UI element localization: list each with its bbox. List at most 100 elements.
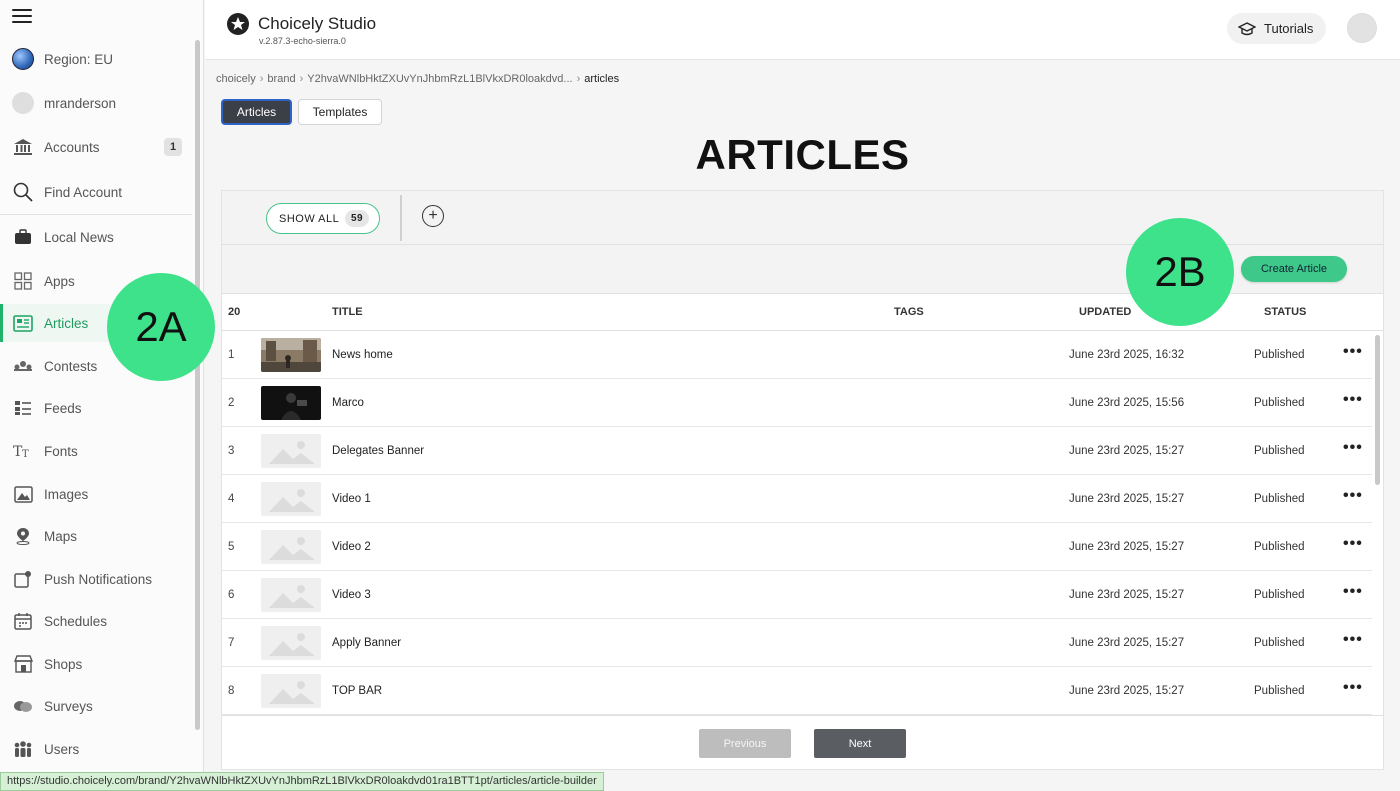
breadcrumb-item-brand-id[interactable]: Y2hvaWNlbHktZXUvYnJhbmRzL1BlVkxDR0loakdv… [307, 73, 572, 85]
article-updated: June 23rd 2025, 15:27 [1069, 637, 1185, 649]
breadcrumb: choicely › brand › Y2hvaWNlbHktZXUvYnJhb… [216, 73, 619, 85]
tutorials-button[interactable]: Tutorials [1227, 13, 1326, 44]
sidebar-item-label: Local News [44, 229, 114, 245]
more-options-icon[interactable]: ••• [1343, 583, 1363, 601]
more-options-icon[interactable]: ••• [1343, 487, 1363, 505]
article-title[interactable]: News home [332, 349, 393, 361]
sidebar-item-label: Find Account [44, 184, 123, 200]
article-title[interactable]: Apply Banner [332, 637, 401, 649]
column-title[interactable]: TITLE [332, 306, 363, 318]
image-placeholder-icon [261, 434, 321, 468]
sidebar-divider [0, 214, 192, 215]
previous-button[interactable]: Previous [699, 729, 791, 758]
table-row[interactable]: 5 Video 2 June 23rd 2025, 15:27 Published ••… [222, 523, 1372, 571]
status-badge: Published [1254, 589, 1305, 601]
show-all-filter-button[interactable]: SHOW ALL 59 [266, 203, 380, 234]
add-filter-plus-icon[interactable]: + [422, 205, 444, 227]
callout-2b: 2B [1126, 218, 1234, 326]
calendar-icon [12, 610, 34, 632]
image-placeholder-icon [261, 626, 321, 660]
tutorials-label: Tutorials [1264, 21, 1314, 36]
status-badge: Published [1254, 397, 1305, 409]
row-number: 4 [228, 493, 235, 505]
contest-icon [12, 355, 34, 377]
more-options-icon[interactable]: ••• [1343, 679, 1363, 697]
sidebar-item-local-news[interactable]: Local News [0, 218, 192, 256]
table-row[interactable]: 8 TOP BAR June 23rd 2025, 15:27 Published ••… [222, 667, 1372, 715]
more-options-icon[interactable]: ••• [1343, 535, 1363, 553]
graduation-cap-icon [1238, 21, 1256, 35]
sidebar-item-region[interactable]: Region: EU [0, 40, 192, 78]
sidebar-item-user[interactable]: mranderson [0, 84, 192, 122]
user-avatar-icon [12, 92, 34, 114]
sidebar-item-images[interactable]: Images [0, 475, 192, 513]
sidebar: Region: EU mranderson Accounts 1 Find Accoun… [0, 0, 204, 791]
sidebar-item-label: Articles [44, 315, 89, 331]
article-title[interactable]: Delegates Banner [332, 445, 424, 457]
sidebar-item-label: Schedules [44, 613, 108, 629]
table-row[interactable]: 2 Marco June 23rd 2025, 15:56 Published ••• [222, 379, 1372, 427]
next-button[interactable]: Next [814, 729, 906, 758]
article-title[interactable]: TOP BAR [332, 685, 382, 697]
column-tags[interactable]: TAGS [894, 306, 924, 318]
article-title[interactable]: Video 1 [332, 493, 371, 505]
table-row[interactable]: 7 Apply Banner June 23rd 2025, 15:27 Publis… [222, 619, 1372, 667]
status-badge: Published [1254, 493, 1305, 505]
sidebar-item-label: Accounts [44, 139, 100, 155]
sidebar-item-accounts[interactable]: Accounts 1 [0, 128, 192, 166]
table-row[interactable]: 1 News home June 23rd 2025, 16:32 Published… [222, 331, 1372, 379]
more-options-icon[interactable]: ••• [1343, 391, 1363, 409]
sidebar-item-feeds[interactable]: Feeds [0, 389, 192, 427]
article-title[interactable]: Video 3 [332, 589, 371, 601]
sidebar-item-label: Contests [44, 358, 98, 374]
shop-icon [12, 653, 34, 675]
users-icon [12, 738, 34, 760]
image-placeholder-icon [261, 674, 321, 708]
briefcase-icon [12, 226, 34, 248]
sidebar-item-find-account[interactable]: Find Account [0, 173, 192, 211]
article-updated: June 23rd 2025, 15:27 [1069, 541, 1185, 553]
bank-icon [12, 136, 34, 158]
sidebar-item-surveys[interactable]: Surveys [0, 687, 192, 725]
hamburger-menu-icon[interactable] [12, 9, 32, 25]
row-number: 8 [228, 685, 235, 697]
table-row[interactable]: 3 Delegates Banner June 23rd 2025, 15:27 Pu… [222, 427, 1372, 475]
table-row[interactable]: 6 Video 3 June 23rd 2025, 15:27 Published ••… [222, 571, 1372, 619]
sidebar-item-label: Fonts [44, 443, 78, 459]
count-badge: 1 [164, 138, 182, 156]
status-badge: Published [1254, 445, 1305, 457]
table-scrollbar[interactable] [1375, 335, 1380, 485]
article-title[interactable]: Marco [332, 397, 364, 409]
more-options-icon[interactable]: ••• [1343, 343, 1363, 361]
create-article-button[interactable]: Create Article [1241, 256, 1347, 282]
apps-grid-icon [12, 270, 34, 292]
sidebar-item-push-notifications[interactable]: Push Notifications [0, 560, 192, 598]
show-all-count-badge: 59 [345, 210, 369, 227]
sidebar-item-users[interactable]: Users [0, 730, 192, 768]
breadcrumb-item-brand[interactable]: brand [267, 73, 295, 85]
breadcrumb-item-choicely[interactable]: choicely [216, 73, 256, 85]
user-avatar[interactable] [1347, 13, 1377, 43]
sidebar-item-label: Region: EU [44, 51, 114, 67]
image-placeholder-icon [261, 530, 321, 564]
globe-icon [12, 48, 34, 70]
filter-divider [400, 195, 402, 241]
row-number: 1 [228, 349, 235, 361]
sidebar-scrollbar[interactable] [195, 40, 200, 730]
tab-articles[interactable]: Articles [221, 99, 292, 125]
sidebar-item-label: Apps [44, 273, 75, 289]
pagination: Previous Next [222, 715, 1383, 769]
article-updated: June 23rd 2025, 15:27 [1069, 589, 1185, 601]
table-row[interactable]: 4 Video 1 June 23rd 2025, 15:27 Published ••… [222, 475, 1372, 523]
breadcrumb-current: articles [584, 73, 620, 85]
sidebar-item-schedules[interactable]: Schedules [0, 602, 192, 640]
more-options-icon[interactable]: ••• [1343, 631, 1363, 649]
more-options-icon[interactable]: ••• [1343, 439, 1363, 457]
sidebar-item-shops[interactable]: Shops [0, 645, 192, 683]
article-title[interactable]: Video 2 [332, 541, 371, 553]
column-status[interactable]: STATUS [1264, 306, 1306, 318]
sidebar-item-maps[interactable]: Maps [0, 517, 192, 555]
column-updated[interactable]: UPDATED [1079, 306, 1131, 318]
sidebar-item-fonts[interactable]: T T Fonts [0, 432, 192, 470]
tab-templates[interactable]: Templates [298, 99, 382, 125]
